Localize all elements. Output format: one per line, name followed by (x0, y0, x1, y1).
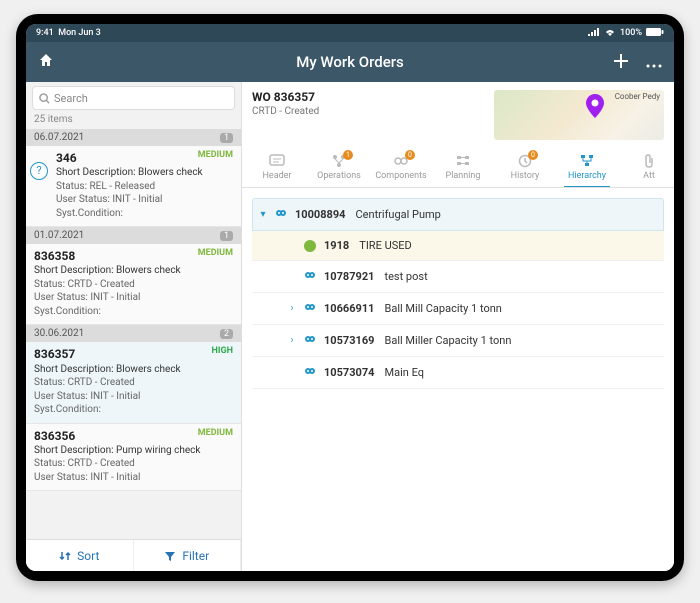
att-icon (643, 154, 655, 168)
wo-item-desc: Short Description: Blowers check (34, 363, 233, 377)
expand-icon[interactable]: › (288, 335, 296, 346)
node-name: Ball Miller Capacity 1 tonn (385, 334, 512, 347)
priority-label: HIGH (212, 345, 233, 357)
work-order-item[interactable]: MEDIUM 836356 Short Description: Pump wi… (26, 424, 241, 492)
node-name: Ball Mill Capacity 1 tonn (385, 302, 502, 315)
equipment-icon (304, 365, 316, 380)
work-order-item[interactable]: ? MEDIUM 346 Short Description: Blowers … (26, 146, 241, 227)
planning-icon (455, 154, 471, 168)
node-code: 10008894 (295, 208, 346, 221)
components-icon: 0 (393, 154, 409, 168)
expand-icon[interactable]: ▾ (259, 209, 267, 220)
tree-node[interactable]: 10787921 test post (252, 261, 664, 293)
equipment-icon (304, 333, 316, 348)
work-order-list: 06.07.20211 ? MEDIUM 346 Short Descripti… (26, 129, 241, 539)
node-name: Main Eq (385, 366, 424, 379)
header-icon (269, 154, 285, 168)
filter-button[interactable]: Filter (134, 540, 242, 571)
tree-node[interactable]: 10573074 Main Eq (252, 357, 664, 389)
node-code: 10787921 (324, 270, 375, 283)
work-order-item[interactable]: HIGH 836357 Short Description: Blowers c… (26, 342, 241, 423)
tab-components[interactable]: 0Components (370, 150, 432, 187)
tab-header[interactable]: Header (246, 150, 308, 187)
item-count: 25 items (26, 112, 241, 129)
more-button[interactable] (646, 53, 662, 72)
wo-item-number: 836357 (34, 346, 233, 362)
wo-item-desc: Short Description: Blowers check (56, 166, 233, 180)
tab-planning[interactable]: Planning (432, 150, 494, 187)
detail-tabs: Header1Operations0ComponentsPlanning0His… (242, 150, 674, 188)
hierarchy-icon (579, 154, 595, 168)
history-icon: 0 (518, 154, 532, 168)
date-header: 30.06.20212 (26, 325, 241, 342)
search-placeholder: Search (54, 92, 88, 105)
priority-label: MEDIUM (198, 247, 233, 259)
help-icon[interactable]: ? (30, 162, 48, 180)
tree-node[interactable]: › 10573169 Ball Miller Capacity 1 tonn (252, 325, 664, 357)
status-dot-icon (304, 240, 316, 252)
signal-icon (588, 28, 600, 39)
battery-icon (646, 28, 664, 39)
node-code: 1918 (324, 239, 349, 252)
wo-item-desc: Short Description: Pump wiring check (34, 444, 233, 458)
navbar: My Work Orders (26, 42, 674, 82)
node-code: 10573074 (324, 366, 375, 379)
equipment-icon (275, 207, 287, 222)
map-thumbnail[interactable]: Coober Pedy (494, 90, 664, 140)
tab-history[interactable]: 0History (494, 150, 556, 187)
battery-pct: 100% (620, 28, 642, 38)
date-header: 01.07.20211 (26, 227, 241, 244)
tab-badge: 1 (343, 150, 353, 160)
work-order-item[interactable]: MEDIUM 836358 Short Description: Blowers… (26, 244, 241, 325)
node-code: 10573169 (324, 334, 375, 347)
tab-badge: 0 (405, 150, 415, 160)
node-name: TIRE USED (359, 239, 411, 252)
wifi-icon (604, 28, 616, 39)
tree-node[interactable]: ▾ 10008894 Centrifugal Pump (252, 198, 664, 231)
map-location-label: Coober Pedy (615, 92, 660, 101)
priority-label: MEDIUM (198, 427, 233, 439)
detail-panel: WO 836357 CRTD - Created Coober Pedy Hea… (242, 82, 674, 571)
sidebar: Search 25 items 06.07.20211 ? MEDIUM 346… (26, 82, 242, 571)
status-date: Mon Jun 3 (58, 28, 101, 38)
node-name: test post (385, 270, 428, 283)
tab-operations[interactable]: 1Operations (308, 150, 370, 187)
status-right: 100% (588, 28, 664, 39)
sort-button[interactable]: Sort (26, 540, 134, 571)
expand-icon[interactable]: › (288, 303, 296, 314)
add-button[interactable] (614, 53, 628, 72)
wo-status: CRTD - Created (252, 106, 486, 117)
equipment-icon (304, 269, 316, 284)
equipment-icon (304, 301, 316, 316)
search-input[interactable]: Search (32, 86, 235, 110)
map-pin-icon (586, 94, 604, 122)
home-button[interactable] (38, 52, 54, 72)
tab-att[interactable]: Att (618, 150, 674, 187)
priority-label: MEDIUM (198, 149, 233, 161)
tree-node[interactable]: › 10666911 Ball Mill Capacity 1 tonn (252, 293, 664, 325)
node-code: 10666911 (324, 302, 375, 315)
tab-hierarchy[interactable]: Hierarchy (556, 150, 618, 187)
status-bar: 9:41 Mon Jun 3 100% (26, 24, 674, 42)
status-time: 9:41 (36, 28, 54, 38)
tab-badge: 0 (528, 150, 538, 160)
page-title: My Work Orders (26, 53, 674, 71)
hierarchy-tree: ▾ 10008894 Centrifugal Pump 1918 TIRE USED 10… (242, 188, 674, 389)
wo-number: WO 836357 (252, 90, 486, 104)
wo-item-desc: Short Description: Blowers check (34, 264, 233, 278)
node-name: Centrifugal Pump (356, 208, 441, 221)
operations-icon: 1 (331, 154, 347, 168)
date-header: 06.07.20211 (26, 129, 241, 146)
tree-node[interactable]: 1918 TIRE USED (252, 231, 664, 261)
